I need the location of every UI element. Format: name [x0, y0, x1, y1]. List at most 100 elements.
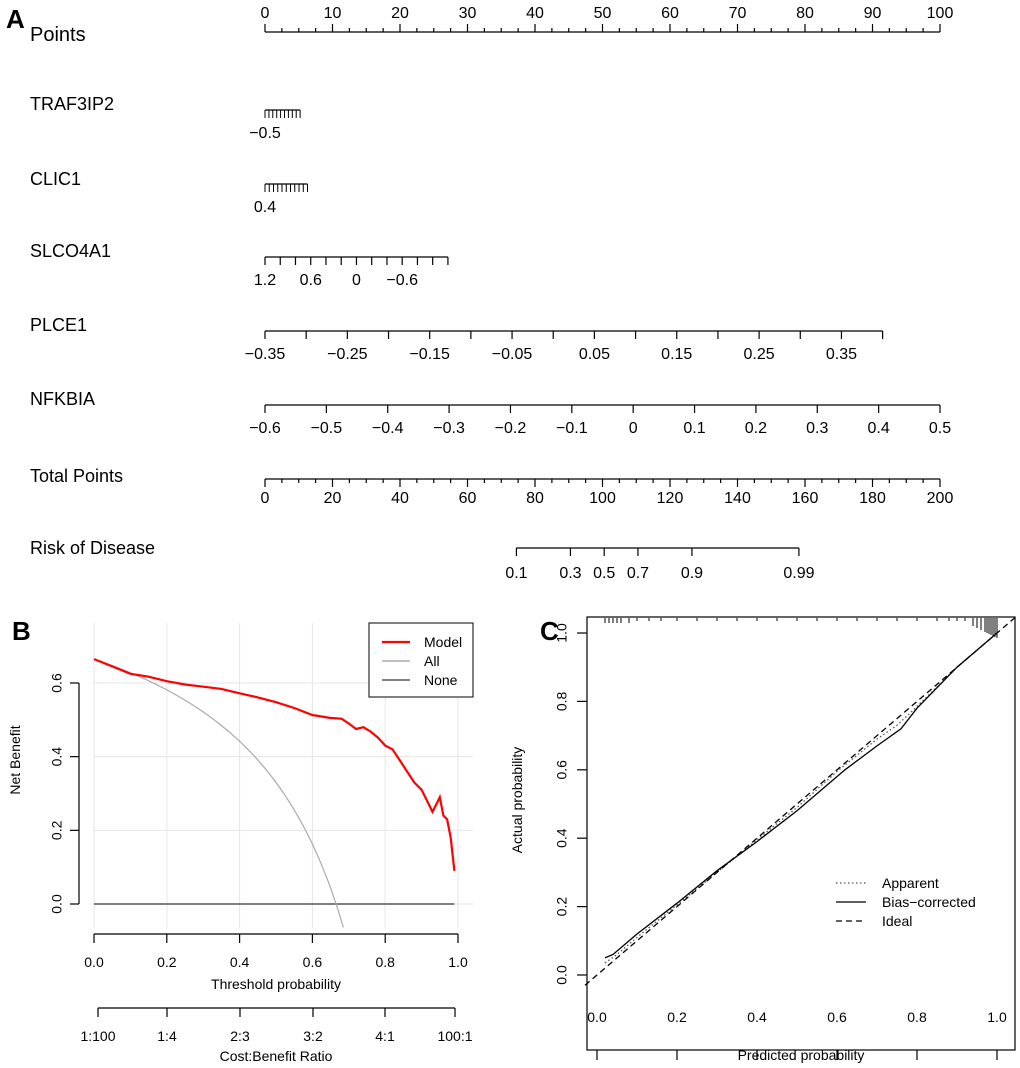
y-tick-label-c: 0.2	[554, 897, 570, 917]
cost-benefit-tick-label: 2:3	[230, 1028, 250, 1044]
variable-tick-label: −0.6	[249, 420, 281, 437]
variable-tick-label: 0.15	[661, 346, 692, 363]
variable-tick-label: 0.5	[929, 420, 951, 437]
x-axis-label-c: Predicted probability	[738, 1047, 865, 1063]
points-tick-label: 60	[661, 5, 679, 22]
variable-label-clic1: CLIC1	[30, 169, 81, 189]
variable-tick-label: −0.15	[409, 346, 450, 363]
variable-label-plce1: PLCE1	[30, 315, 87, 335]
variable-tick-label: −0.5	[249, 125, 281, 142]
total-points-tick-label: 160	[792, 490, 819, 507]
y-tick-label-b: 0.4	[49, 747, 65, 767]
points-tick-label: 50	[594, 5, 612, 22]
points-label: Points	[30, 24, 86, 46]
total-points-tick-label: 140	[724, 490, 751, 507]
points-tick-label: 100	[927, 5, 954, 22]
total-points-tick-label: 180	[859, 490, 886, 507]
variable-tick-label: 0	[352, 272, 361, 289]
risk-tick-label: 0.7	[627, 565, 649, 582]
x-tick-label-b: 0.2	[157, 954, 177, 970]
points-tick-label: 10	[324, 5, 342, 22]
y-tick-label-c: 1.0	[554, 623, 570, 643]
y-tick-label-b: 0.2	[49, 820, 65, 840]
variable-tick-label: 0.4	[254, 199, 276, 216]
points-tick-label: 80	[796, 5, 814, 22]
x-tick-label-b: 0.4	[230, 954, 250, 970]
cost-benefit-tick-label: 1:100	[80, 1028, 115, 1044]
x-tick-label-b: 0.0	[84, 954, 104, 970]
points-tick-label: 0	[261, 5, 270, 22]
variable-tick-label: 0.25	[744, 346, 775, 363]
panel-label-b: B	[12, 616, 31, 646]
variable-tick-label: 0.4	[868, 420, 890, 437]
legend-label-none: None	[424, 672, 458, 688]
risk-tick-label: 0.99	[783, 565, 814, 582]
risk-tick-label: 0.1	[505, 565, 527, 582]
legend-label-model: Model	[424, 634, 462, 650]
calibration-panel: C0.00.20.40.60.81.0Actual probability0.0…	[509, 615, 1018, 1063]
cost-benefit-label: Cost:Benefit Ratio	[220, 1048, 333, 1064]
total-points-tick-label: 80	[526, 490, 544, 507]
total-points-tick-label: 60	[459, 490, 477, 507]
variable-tick-label: −0.1	[556, 420, 588, 437]
y-tick-label-c: 0.6	[554, 760, 570, 780]
x-tick-label-c: 1.0	[987, 1009, 1007, 1025]
variable-tick-label: −0.25	[327, 346, 368, 363]
legend-label-bias-corrected: Bias−corrected	[882, 894, 976, 910]
x-tick-label-c: 0.2	[667, 1009, 687, 1025]
x-tick-label-b: 0.6	[303, 954, 323, 970]
variable-tick-label: −0.5	[311, 420, 343, 437]
nomogram-panel: APoints 0 10 20 30 40 50 60 70 80 90 100 TRAF3IP2 −0.…	[6, 4, 953, 582]
x-tick-label-b: 0.8	[375, 954, 395, 970]
cost-benefit-tick-label: 1:4	[157, 1028, 177, 1044]
y-axis-label-c: Actual probability	[509, 747, 525, 854]
total-points-tick-label: 40	[391, 490, 409, 507]
cost-benefit-tick-label: 100:1	[437, 1028, 472, 1044]
legend-label-ideal: Ideal	[882, 913, 912, 929]
series-ideal-line	[584, 615, 1018, 986]
variable-label-nfkbia: NFKBIA	[30, 389, 95, 409]
points-tick-label: 70	[729, 5, 747, 22]
legend-c: Apparent Bias−corrected Ideal	[836, 875, 976, 929]
variable-tick-label: 0	[629, 420, 638, 437]
variable-tick-label: 0.1	[683, 420, 705, 437]
variable-tick-label: −0.35	[245, 346, 286, 363]
points-tick-label: 40	[526, 5, 544, 22]
points-tick-label: 30	[459, 5, 477, 22]
variable-tick-label: 1.2	[254, 272, 276, 289]
variable-label-traf3ip2: TRAF3IP2	[30, 94, 114, 114]
total-points-tick-label: 0	[261, 490, 270, 507]
risk-tick-label: 0.9	[681, 565, 703, 582]
cost-benefit-tick-label: 4:1	[375, 1028, 395, 1044]
series-all-line	[93, 658, 344, 928]
x-tick-label-c: 0.4	[747, 1009, 767, 1025]
variable-tick-label: 0.35	[826, 346, 857, 363]
y-tick-label-b: 0.6	[49, 673, 65, 693]
figure: APoints 0 10 20 30 40 50 60 70 80 90 100 TRAF3IP2 −0.…	[6, 4, 1018, 1064]
variable-label-slco4a1: SLCO4A1	[30, 241, 111, 261]
total-points-tick-label: 120	[657, 490, 684, 507]
variable-tick-label: −0.4	[372, 420, 404, 437]
variable-tick-label: −0.6	[386, 272, 418, 289]
variable-tick-label: 0.2	[745, 420, 767, 437]
cost-benefit-tick-label: 3:2	[303, 1028, 323, 1044]
x-tick-label-c: 0.6	[827, 1009, 847, 1025]
risk-label: Risk of Disease	[30, 538, 155, 558]
plot-frame-c	[586, 616, 1016, 1051]
total-points-tick-label: 100	[589, 490, 616, 507]
variable-tick-label: −0.2	[495, 420, 527, 437]
x-tick-label-c: 0.0	[587, 1009, 607, 1025]
total-points-tick-label: 20	[324, 490, 342, 507]
variable-tick-label: −0.05	[492, 346, 533, 363]
risk-tick-label: 0.5	[593, 565, 615, 582]
x-tick-label-b: 1.0	[448, 954, 468, 970]
points-tick-label: 20	[391, 5, 409, 22]
legend-b: Model All None	[368, 622, 474, 698]
y-tick-label-c: 0.0	[554, 965, 570, 985]
variable-tick-label: 0.3	[806, 420, 828, 437]
y-tick-label-c: 0.4	[554, 828, 570, 848]
x-tick-label-c: 0.8	[907, 1009, 927, 1025]
risk-tick-label: 0.3	[559, 565, 581, 582]
decision-curve-panel: B 0.0 0.2 0.4 0.6 Net Benefit 0.0 0.2 0.4 0.6 0.8 1…	[7, 616, 474, 1064]
variable-tick-label: 0.05	[579, 346, 610, 363]
